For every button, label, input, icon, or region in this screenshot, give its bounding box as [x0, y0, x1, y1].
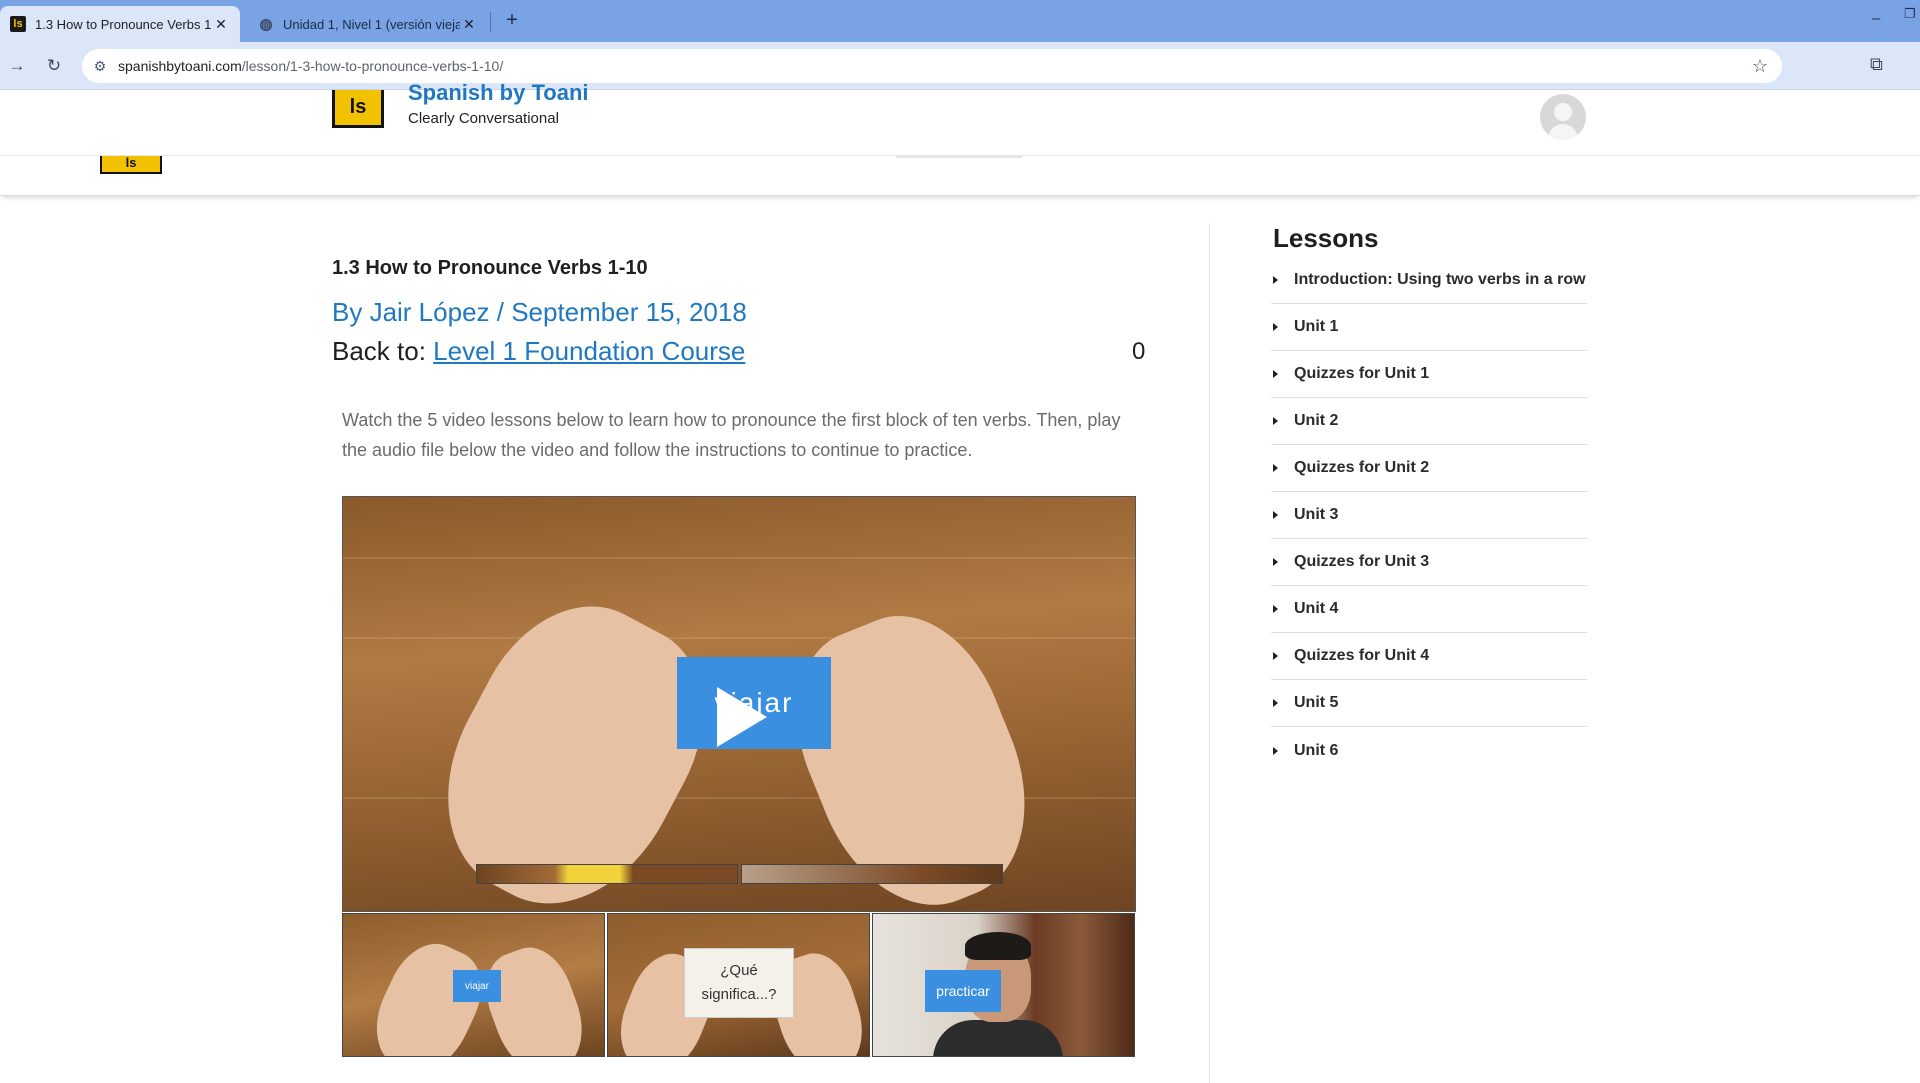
tab-title: 1.3 How to Pronounce Verbs 1 — [35, 16, 212, 32]
url-path: /lesson/1-3-how-to-pronounce-verbs-1-10/ — [241, 58, 504, 74]
new-tab-button[interactable]: + — [500, 8, 524, 32]
sidebar-item-unit-1[interactable]: Unit 1 — [1271, 304, 1587, 351]
lesson-counter: 0 — [1132, 338, 1146, 365]
site-favicon-icon: ls — [10, 16, 26, 32]
thumbnail-2[interactable]: ¿Qué significa...? — [607, 913, 870, 1057]
sidebar-item-label: Quizzes for Unit 3 — [1294, 553, 1430, 570]
sidebar-item-label: Quizzes for Unit 4 — [1294, 647, 1430, 664]
back-to-course: Back to: Level 1 Foundation Course — [332, 336, 745, 367]
play-icon[interactable] — [717, 687, 767, 747]
site-logo-small[interactable]: ls — [100, 156, 162, 174]
back-prefix: Back to: — [332, 336, 426, 366]
caret-right-icon — [1273, 511, 1278, 519]
forward-arrow-icon[interactable]: → — [6, 56, 28, 76]
site-header: ls Spanish by Toani Clearly Conversation… — [0, 80, 1920, 156]
logo-text: ls — [349, 96, 367, 118]
sidebar-item-label: Unit 6 — [1294, 741, 1339, 759]
wood-grain — [343, 557, 1135, 559]
back-to-course-link[interactable]: Level 1 Foundation Course — [433, 336, 745, 366]
caret-right-icon — [1273, 464, 1278, 472]
sidebar-item-unit-2[interactable]: Unit 2 — [1271, 398, 1587, 445]
logo-small-text: ls — [125, 155, 137, 170]
browser-tab-bar: ls 1.3 How to Pronounce Verbs 1 ✕ ◍ Unid… — [0, 0, 1920, 42]
caret-right-icon — [1273, 746, 1278, 755]
tab-title: Unidad 1, Nivel 1 (versión vieja — [283, 16, 460, 32]
sidebar-item-label: Unit 4 — [1294, 600, 1339, 617]
tab-separator — [490, 12, 491, 32]
caret-right-icon — [1273, 699, 1278, 707]
star-icon[interactable]: ☆ — [1752, 56, 1768, 77]
caret-right-icon — [1273, 276, 1278, 284]
video-thumbnails: viajar ¿Qué significa...? practicar — [342, 913, 1136, 1057]
thumbnail-1[interactable]: viajar — [342, 913, 605, 1057]
lesson-title: 1.3 How to Pronounce Verbs 1-10 — [332, 257, 648, 279]
site-logo[interactable]: ls — [332, 90, 384, 128]
thumbnail-3[interactable]: practicar — [872, 913, 1135, 1057]
site-brand[interactable]: Spanish by Toani — [408, 80, 589, 106]
puzzle-icon[interactable]: ⧉ — [1870, 54, 1883, 75]
nav-strip: ls — [0, 156, 1920, 196]
sidebar-item-quizzes-unit-3[interactable]: Quizzes for Unit 3 — [1271, 539, 1587, 586]
thumbnail-card: practicar — [925, 970, 1001, 1012]
thumbnail-card: viajar — [453, 970, 501, 1002]
thumbnail-5[interactable] — [741, 864, 1003, 884]
sidebar-title: Lessons — [1273, 223, 1379, 253]
tab-unidad[interactable]: ◍ Unidad 1, Nivel 1 (versión vieja ✕ — [248, 6, 488, 42]
sidebar-item-quizzes-unit-1[interactable]: Quizzes for Unit 1 — [1271, 351, 1587, 398]
minimize-icon[interactable]: – — [1872, 10, 1880, 27]
globe-icon: ◍ — [259, 16, 273, 33]
url-host: spanishbytoani.com — [118, 58, 242, 74]
close-icon[interactable]: ✕ — [460, 16, 478, 33]
sidebar-item-label: Unit 5 — [1294, 694, 1339, 711]
column-divider — [1209, 223, 1210, 1083]
sidebar-item-label: Unit 2 — [1294, 412, 1339, 429]
sidebar-item-unit-5[interactable]: Unit 5 — [1271, 680, 1587, 727]
site-tagline: Clearly Conversational — [408, 110, 559, 127]
restore-icon[interactable]: ❐ — [1904, 6, 1916, 22]
sidebar-item-label: Quizzes for Unit 2 — [1294, 459, 1430, 476]
sidebar-item-introduction[interactable]: Introduction: Using two verbs in a row — [1271, 257, 1587, 304]
sidebar-item-unit-4[interactable]: Unit 4 — [1271, 586, 1587, 633]
main-content: 1.3 How to Pronounce Verbs 1-10 By Jair … — [0, 197, 1920, 1083]
lesson-list: Introduction: Using two verbs in a row U… — [1271, 257, 1587, 774]
sidebar-item-label: Unit 1 — [1294, 318, 1339, 335]
person-hair — [965, 932, 1031, 960]
sidebar-item-label: Unit 3 — [1294, 506, 1339, 523]
lesson-byline[interactable]: By Jair López / September 15, 2018 — [332, 297, 747, 328]
caret-right-icon — [1273, 323, 1278, 331]
caret-right-icon — [1273, 370, 1278, 378]
caret-right-icon — [1273, 605, 1278, 613]
site-settings-icon[interactable]: ⚙ — [82, 58, 118, 75]
url-text[interactable]: spanishbytoani.com/lesson/1-3-how-to-pro… — [118, 58, 503, 74]
close-icon[interactable]: ✕ — [212, 16, 230, 33]
person-shirt — [933, 1020, 1063, 1056]
browser-toolbar: → ↻ ⚙ spanishbytoani.com/lesson/1-3-how-… — [0, 42, 1920, 90]
address-bar[interactable]: ⚙ spanishbytoani.com/lesson/1-3-how-to-p… — [82, 49, 1782, 83]
lesson-description: Watch the 5 video lessons below to learn… — [342, 410, 1121, 460]
sidebar-item-label: Introduction: Using two verbs in a row — [1294, 271, 1586, 288]
caret-right-icon — [1273, 417, 1278, 425]
nav-underline — [896, 156, 1022, 158]
sidebar-item-unit-6[interactable]: Unit 6 — [1271, 727, 1587, 774]
sidebar-item-unit-3[interactable]: Unit 3 — [1271, 492, 1587, 539]
tab-lesson[interactable]: ls 1.3 How to Pronounce Verbs 1 ✕ — [0, 6, 240, 42]
thumbnail-card: ¿Qué significa...? — [684, 948, 794, 1018]
sidebar-item-quizzes-unit-4[interactable]: Quizzes for Unit 4 — [1271, 633, 1587, 680]
caret-right-icon — [1273, 558, 1278, 566]
video-player[interactable]: viajar — [342, 496, 1136, 912]
avatar[interactable] — [1540, 94, 1586, 140]
sidebar-item-quizzes-unit-2[interactable]: Quizzes for Unit 2 — [1271, 445, 1587, 492]
thumbnail-4[interactable] — [476, 864, 738, 884]
wood-grain — [343, 637, 1135, 639]
caret-right-icon — [1273, 652, 1278, 660]
reload-icon[interactable]: ↻ — [43, 56, 65, 76]
sidebar-item-label: Quizzes for Unit 1 — [1294, 365, 1430, 382]
